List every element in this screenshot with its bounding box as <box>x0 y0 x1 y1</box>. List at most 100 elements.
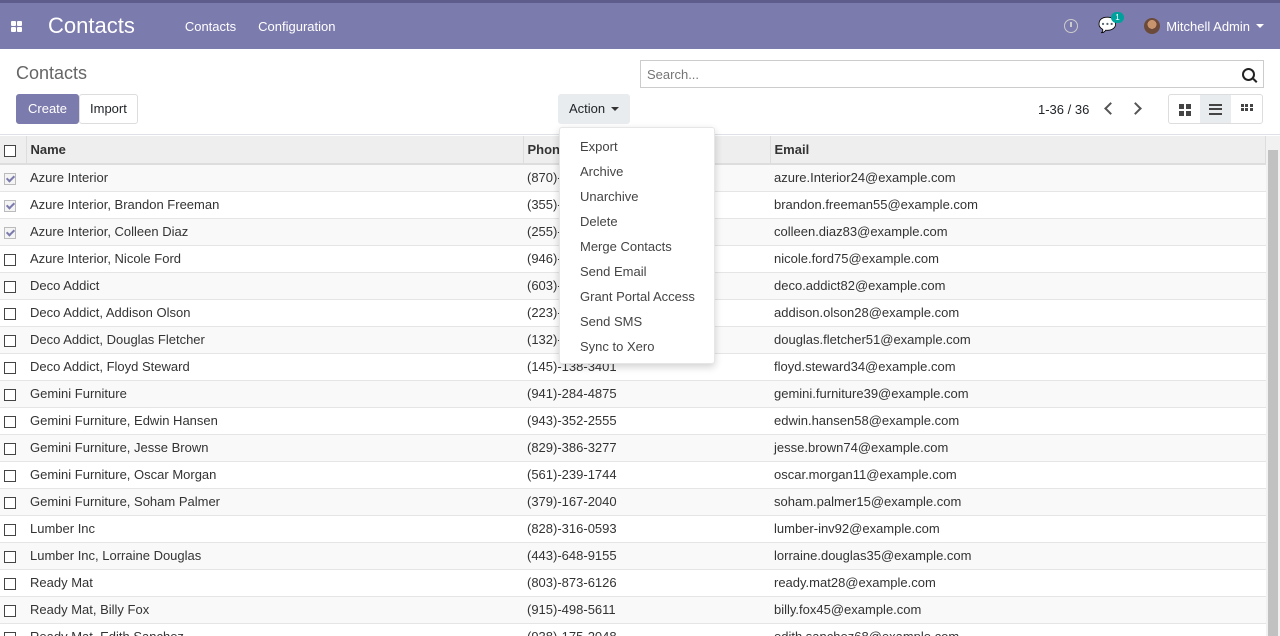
menu-item-unarchive[interactable]: Unarchive <box>560 184 714 209</box>
search-input[interactable] <box>641 66 1242 82</box>
cell-name[interactable]: Azure Interior <box>26 164 523 192</box>
cell-email[interactable]: deco.addict82@example.com <box>770 272 1266 300</box>
cell-name[interactable]: Azure Interior, Brandon Freeman <box>26 191 523 219</box>
cell-name[interactable]: Deco Addict, Douglas Fletcher <box>26 326 523 354</box>
cell-phone[interactable]: (915)-498-5611 <box>523 596 770 624</box>
cell-email[interactable]: addison.olson28@example.com <box>770 299 1266 327</box>
search-bar[interactable] <box>640 60 1264 88</box>
list-view-button[interactable] <box>1200 95 1231 123</box>
cell-email[interactable]: floyd.steward34@example.com <box>770 353 1266 381</box>
scrollbar-thumb[interactable] <box>1268 150 1278 636</box>
cell-name[interactable]: Gemini Furniture <box>26 380 523 408</box>
user-menu[interactable]: Mitchell Admin <box>1166 19 1250 34</box>
pager-value[interactable]: 1-36 / 36 <box>1038 102 1089 117</box>
row-checkbox[interactable] <box>4 388 16 401</box>
menu-item-send-email[interactable]: Send Email <box>560 259 714 284</box>
cell-name[interactable]: Ready Mat, Billy Fox <box>26 596 523 624</box>
cell-phone[interactable]: (941)-284-4875 <box>523 380 770 408</box>
menu-item-merge-contacts[interactable]: Merge Contacts <box>560 234 714 259</box>
cell-phone[interactable]: (943)-352-2555 <box>523 407 770 435</box>
row-checkbox[interactable] <box>4 523 16 536</box>
table-row[interactable]: Ready Mat (803)-873-6126 ready.mat28@examp… <box>0 569 1266 597</box>
table-row[interactable]: Gemini Furniture, Edwin Hansen (943)-352-… <box>0 407 1266 435</box>
cell-name[interactable]: Gemini Furniture, Edwin Hansen <box>26 407 523 435</box>
row-checkbox[interactable] <box>4 604 16 617</box>
cell-phone[interactable]: (443)-648-9155 <box>523 542 770 570</box>
cell-email[interactable]: douglas.fletcher51@example.com <box>770 326 1266 354</box>
cell-phone[interactable]: (938)-175-2048 <box>523 623 770 636</box>
menu-contacts[interactable]: Contacts <box>185 19 236 34</box>
kanban-view-button[interactable] <box>1169 95 1200 123</box>
action-button[interactable]: Action <box>558 94 630 124</box>
cell-email[interactable]: soham.palmer15@example.com <box>770 488 1266 516</box>
cell-phone[interactable]: (561)-239-1744 <box>523 461 770 489</box>
table-row[interactable]: Lumber Inc, Lorraine Douglas (443)-648-91… <box>0 542 1266 570</box>
row-checkbox[interactable] <box>4 199 16 212</box>
table-row[interactable]: Lumber Inc (828)-316-0593 lumber-inv92@exa… <box>0 515 1266 543</box>
menu-item-send-sms[interactable]: Send SMS <box>560 309 714 334</box>
activity-clock-icon[interactable] <box>1064 19 1079 33</box>
cell-phone[interactable]: (828)-316-0593 <box>523 515 770 543</box>
cell-phone[interactable]: (829)-386-3277 <box>523 434 770 462</box>
cell-name[interactable]: Azure Interior, Colleen Diaz <box>26 218 523 246</box>
import-button[interactable]: Import <box>79 94 138 124</box>
row-checkbox[interactable] <box>4 631 16 636</box>
cell-email[interactable]: edith.sanchez68@example.com <box>770 623 1266 636</box>
cell-email[interactable]: oscar.morgan11@example.com <box>770 461 1266 489</box>
cell-name[interactable]: Gemini Furniture, Jesse Brown <box>26 434 523 462</box>
row-checkbox[interactable] <box>4 442 16 455</box>
table-row[interactable]: Ready Mat, Billy Fox (915)-498-5611 billy.… <box>0 596 1266 624</box>
cell-name[interactable]: Gemini Furniture, Soham Palmer <box>26 488 523 516</box>
table-row[interactable]: Gemini Furniture (941)-284-4875 gemini.fur… <box>0 380 1266 408</box>
cell-email[interactable]: gemini.furniture39@example.com <box>770 380 1266 408</box>
grid-view-button[interactable] <box>1231 95 1262 123</box>
menu-item-sync-to-xero[interactable]: Sync to Xero <box>560 334 714 359</box>
menu-item-archive[interactable]: Archive <box>560 159 714 184</box>
menu-item-delete[interactable]: Delete <box>560 209 714 234</box>
search-icon[interactable] <box>1242 67 1255 81</box>
row-checkbox[interactable] <box>4 307 16 320</box>
table-row[interactable]: Gemini Furniture, Oscar Morgan (561)-239-… <box>0 461 1266 489</box>
column-header-name[interactable]: Name <box>26 136 524 164</box>
table-row[interactable]: Ready Mat, Edith Sanchez(938)-175-2048ed… <box>0 623 1266 636</box>
row-checkbox[interactable] <box>4 334 16 347</box>
row-checkbox[interactable] <box>4 280 16 293</box>
cell-email[interactable]: lorraine.douglas35@example.com <box>770 542 1266 570</box>
messaging-button[interactable]: 💬 1 <box>1098 12 1124 35</box>
table-row[interactable]: Gemini Furniture, Jesse Brown (829)-386-3… <box>0 434 1266 462</box>
cell-name[interactable]: Lumber Inc <box>26 515 523 543</box>
row-checkbox[interactable] <box>4 469 16 482</box>
cell-email[interactable]: nicole.ford75@example.com <box>770 245 1266 273</box>
cell-name[interactable]: Deco Addict <box>26 272 523 300</box>
menu-configuration[interactable]: Configuration <box>258 19 335 34</box>
row-checkbox[interactable] <box>4 226 16 239</box>
avatar[interactable] <box>1144 18 1161 34</box>
row-checkbox[interactable] <box>4 172 16 185</box>
cell-email[interactable]: ready.mat28@example.com <box>770 569 1266 597</box>
cell-name[interactable]: Deco Addict, Floyd Steward <box>26 353 523 381</box>
cell-email[interactable]: edwin.hansen58@example.com <box>770 407 1266 435</box>
cell-email[interactable]: jesse.brown74@example.com <box>770 434 1266 462</box>
cell-email[interactable]: billy.fox45@example.com <box>770 596 1266 624</box>
cell-name[interactable]: Ready Mat <box>26 569 523 597</box>
row-checkbox[interactable] <box>4 577 16 590</box>
row-checkbox[interactable] <box>4 253 16 266</box>
cell-email[interactable]: colleen.diaz83@example.com <box>770 218 1266 246</box>
cell-email[interactable]: lumber-inv92@example.com <box>770 515 1266 543</box>
select-all-checkbox[interactable] <box>4 144 16 157</box>
pager-previous-icon[interactable] <box>1100 99 1118 119</box>
user-menu-caret-icon[interactable] <box>1256 24 1264 28</box>
apps-menu-icon[interactable] <box>0 3 32 49</box>
cell-name[interactable]: Lumber Inc, Lorraine Douglas <box>26 542 523 570</box>
row-checkbox[interactable] <box>4 496 16 509</box>
menu-item-export[interactable]: Export <box>560 134 714 159</box>
cell-phone[interactable]: (803)-873-6126 <box>523 569 770 597</box>
cell-phone[interactable]: (379)-167-2040 <box>523 488 770 516</box>
pager-next-icon[interactable] <box>1128 99 1146 119</box>
row-checkbox[interactable] <box>4 550 16 563</box>
cell-email[interactable]: azure.Interior24@example.com <box>770 164 1266 192</box>
cell-name[interactable]: Ready Mat, Edith Sanchez <box>26 623 523 636</box>
table-row[interactable]: Gemini Furniture, Soham Palmer (379)-167-… <box>0 488 1266 516</box>
create-button[interactable]: Create <box>16 94 80 124</box>
row-checkbox[interactable] <box>4 415 16 428</box>
